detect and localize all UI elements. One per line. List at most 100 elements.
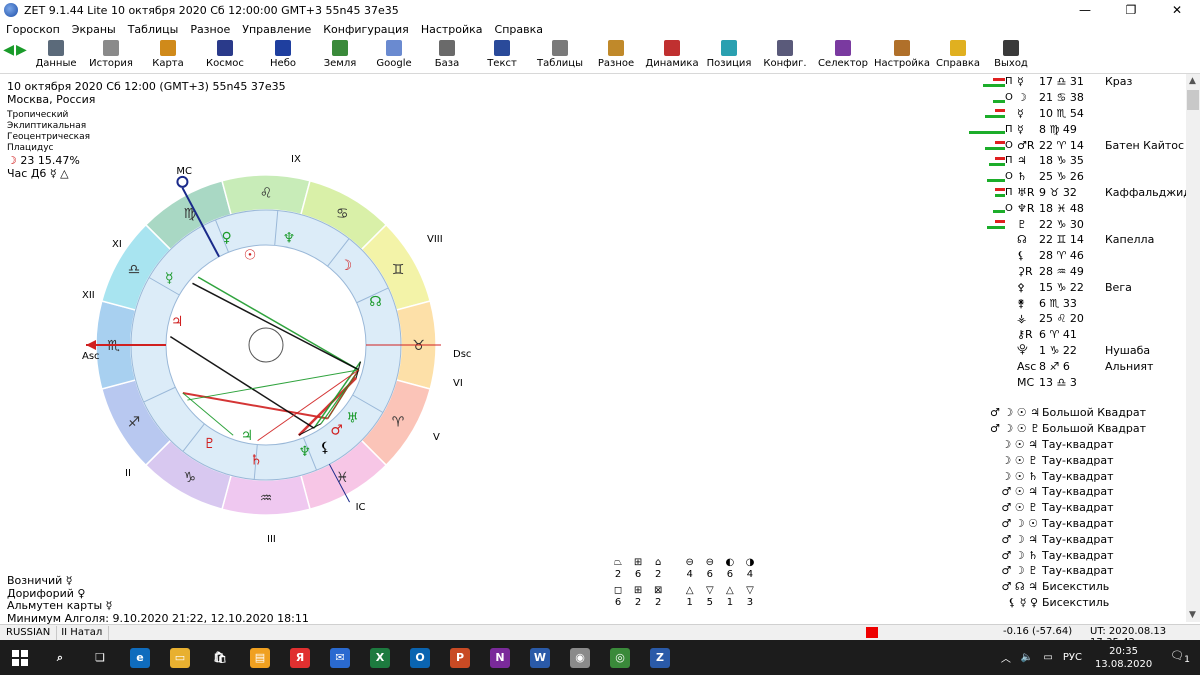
planet-row[interactable]: ⯓ 1 ♑ 22 Нушаба bbox=[965, 343, 1185, 359]
planet-row[interactable]: О ♂R 22 ♈ 14 Батен Кайтос bbox=[965, 137, 1185, 153]
close-button[interactable]: ✕ bbox=[1154, 0, 1200, 20]
toolbar-button-4[interactable]: Небо bbox=[254, 38, 312, 72]
configuration-row[interactable]: ♂ ☽ ☉ ♇ Большой Квадрат bbox=[990, 421, 1190, 437]
toolbar-button-12[interactable]: Позиция bbox=[702, 38, 756, 72]
notes-app[interactable]: ▤ bbox=[240, 640, 280, 675]
planet-row[interactable]: ⚸ 28 ♈ 46 bbox=[965, 248, 1185, 264]
toolbar-button-2[interactable]: Карта bbox=[140, 38, 196, 72]
planet-row[interactable]: ⚳R 28 ♒ 49 bbox=[965, 264, 1185, 280]
configuration-row[interactable]: ♂ ☽ ♇ Тау-квадрат bbox=[990, 563, 1190, 579]
configuration-row[interactable]: ♂ ☊ ♃ Бисекстиль bbox=[990, 579, 1190, 595]
onenote-app[interactable]: N bbox=[480, 640, 520, 675]
tray-speaker-icon[interactable]: 🔈 bbox=[1016, 652, 1038, 663]
planet-glyph-3[interactable]: ☊ bbox=[369, 294, 381, 310]
planet-glyph-6[interactable]: ☿ bbox=[165, 270, 174, 286]
toolbar-button-6[interactable]: Google bbox=[368, 38, 420, 72]
excel-app[interactable]: X bbox=[360, 640, 400, 675]
menu-item-1[interactable]: Экраны bbox=[72, 23, 116, 36]
maximize-button[interactable]: ❐ bbox=[1108, 0, 1154, 20]
toolbar-button-11[interactable]: Динамика bbox=[642, 38, 702, 72]
configuration-row[interactable]: ☽ ☉ ♇ Тау-квадрат bbox=[990, 452, 1190, 468]
planet-row[interactable]: ☊ 22 ♊ 14 Капелла bbox=[965, 232, 1185, 248]
mail-app[interactable]: ✉ bbox=[320, 640, 360, 675]
planet-glyph-4[interactable]: ☉ bbox=[244, 247, 257, 263]
planet-glyph-5[interactable]: ♃ bbox=[171, 314, 184, 330]
planet-row[interactable]: ⚷R 6 ♈ 41 bbox=[965, 327, 1185, 343]
planet-glyph-1[interactable]: ♆ bbox=[283, 230, 296, 246]
toolbar-button-16[interactable]: Справка bbox=[932, 38, 984, 72]
word-app[interactable]: W bbox=[520, 640, 560, 675]
tray-network-icon[interactable]: ▭ bbox=[1038, 652, 1057, 663]
toolbar-button-3[interactable]: Космос bbox=[196, 38, 254, 72]
planet-row[interactable]: О ♆R 18 ♓ 48 bbox=[965, 200, 1185, 216]
toolbar-button-13[interactable]: Конфиг. bbox=[756, 38, 814, 72]
planet-row[interactable]: П ☿ 8 ♍ 49 bbox=[965, 121, 1185, 137]
yandex-app[interactable]: Я bbox=[280, 640, 320, 675]
menu-item-5[interactable]: Конфигурация bbox=[323, 23, 409, 36]
planet-row[interactable]: MC 13 ♎ 3 bbox=[965, 374, 1185, 390]
configuration-row[interactable]: ♂ ☽ ☉ Тау-квадрат bbox=[990, 516, 1190, 532]
configuration-row[interactable]: ♂ ☉ ♃ Тау-квадрат bbox=[990, 484, 1190, 500]
toolbar-button-15[interactable]: Настройка bbox=[872, 38, 932, 72]
toolbar-button-1[interactable]: История bbox=[82, 38, 140, 72]
toolbar-button-5[interactable]: Земля bbox=[312, 38, 368, 72]
toolbar-button-14[interactable]: Селектор bbox=[814, 38, 872, 72]
edge-app[interactable]: e bbox=[120, 640, 160, 675]
toolbar-button-9[interactable]: Таблицы bbox=[530, 38, 590, 72]
taskview-app[interactable]: ❏ bbox=[80, 640, 120, 675]
planet-row[interactable]: ⚵ 6 ♏ 33 bbox=[965, 295, 1185, 311]
configuration-row[interactable]: ♂ ☽ ☉ ♃ Большой Квадрат bbox=[990, 405, 1190, 421]
notification-icon[interactable]: 🗨1 bbox=[1160, 649, 1200, 665]
planet-glyph-12[interactable]: ♆ bbox=[298, 444, 311, 460]
planet-glyph-9[interactable]: ⚸ bbox=[320, 440, 330, 456]
planet-glyph-11[interactable]: ♇ bbox=[203, 436, 216, 452]
scroll-down-icon[interactable]: ▼ bbox=[1189, 610, 1196, 620]
explorer-app[interactable]: ▭ bbox=[160, 640, 200, 675]
zet-app[interactable]: Z bbox=[640, 640, 680, 675]
menu-item-2[interactable]: Таблицы bbox=[128, 23, 179, 36]
configuration-row[interactable]: ☽ ☉ ♄ Тау-квадрат bbox=[990, 468, 1190, 484]
toolbar-button-8[interactable]: Текст bbox=[474, 38, 530, 72]
scroll-up-icon[interactable]: ▲ bbox=[1189, 76, 1196, 86]
tray-chevron-icon[interactable]: ︿ bbox=[996, 650, 1016, 665]
configuration-row[interactable]: ☽ ☉ ♃ Тау-квадрат bbox=[990, 437, 1190, 453]
planet-row[interactable]: О ☽ 21 ♋ 38 bbox=[965, 90, 1185, 106]
planet-glyph-13[interactable]: ♃ bbox=[241, 428, 254, 444]
scroll-thumb[interactable] bbox=[1187, 90, 1199, 110]
planet-row[interactable]: О ♄ 25 ♑ 26 bbox=[965, 169, 1185, 185]
tray-language[interactable]: РУС bbox=[1058, 652, 1087, 663]
planet-glyph-2[interactable]: ☽ bbox=[340, 258, 353, 274]
menu-item-7[interactable]: Справка bbox=[495, 23, 543, 36]
app-grey[interactable]: ◉ bbox=[560, 640, 600, 675]
planet-row[interactable]: П ♅R 9 ♉ 32 Каффальджидх bbox=[965, 185, 1197, 201]
configuration-row[interactable]: ♂ ☽ ♄ Тау-квадрат bbox=[990, 547, 1190, 563]
forward-arrow-icon[interactable]: ▶ bbox=[16, 42, 27, 58]
menu-item-3[interactable]: Разное bbox=[190, 23, 230, 36]
menu-item-0[interactable]: Гороскоп bbox=[6, 23, 60, 36]
powerpoint-app[interactable]: P bbox=[440, 640, 480, 675]
planet-row[interactable]: П ☿ 17 ♎ 31 Краз bbox=[965, 74, 1185, 90]
natal-chart[interactable]: ♍♌♋♊♉♈♓♒♑♐♏♎♀♆☽☊☉♃☿♅♂⚸♄♇♆♃AscDscMCICIXVI… bbox=[55, 150, 480, 545]
outlook-app[interactable]: O bbox=[400, 640, 440, 675]
menu-item-6[interactable]: Настройка bbox=[421, 23, 483, 36]
planet-row[interactable]: Asc 8 ♐ 6 Альният bbox=[965, 358, 1185, 374]
tray-clock[interactable]: 20:35 13.08.2020 bbox=[1087, 645, 1160, 671]
planet-row[interactable]: ♇ 22 ♑ 30 bbox=[965, 216, 1185, 232]
minimize-button[interactable]: — bbox=[1062, 0, 1108, 20]
back-arrow-icon[interactable]: ◀ bbox=[3, 42, 14, 58]
menu-item-4[interactable]: Управление bbox=[242, 23, 311, 36]
planet-glyph-8[interactable]: ♂ bbox=[330, 422, 343, 438]
chrome-app[interactable]: ◎ bbox=[600, 640, 640, 675]
configuration-row[interactable]: ♂ ☽ ♃ Тау-квадрат bbox=[990, 531, 1190, 547]
toolbar-button-0[interactable]: Данные bbox=[30, 38, 82, 72]
toolbar-button-17[interactable]: Выход bbox=[984, 38, 1038, 72]
toolbar-button-7[interactable]: База bbox=[420, 38, 474, 72]
configuration-row[interactable]: ⚸ ☿ ♀ Бисекстиль bbox=[990, 595, 1190, 611]
planet-glyph-10[interactable]: ♄ bbox=[250, 453, 263, 469]
search-app[interactable]: ⌕ bbox=[40, 640, 80, 675]
start-button[interactable] bbox=[0, 640, 40, 675]
planet-row[interactable]: ⚶ 25 ♌ 20 bbox=[965, 311, 1185, 327]
planet-row[interactable]: ☿ 10 ♏ 54 bbox=[965, 106, 1185, 122]
planet-row[interactable]: П ♃ 18 ♑ 35 bbox=[965, 153, 1185, 169]
planet-glyph-7[interactable]: ♅ bbox=[346, 411, 359, 427]
